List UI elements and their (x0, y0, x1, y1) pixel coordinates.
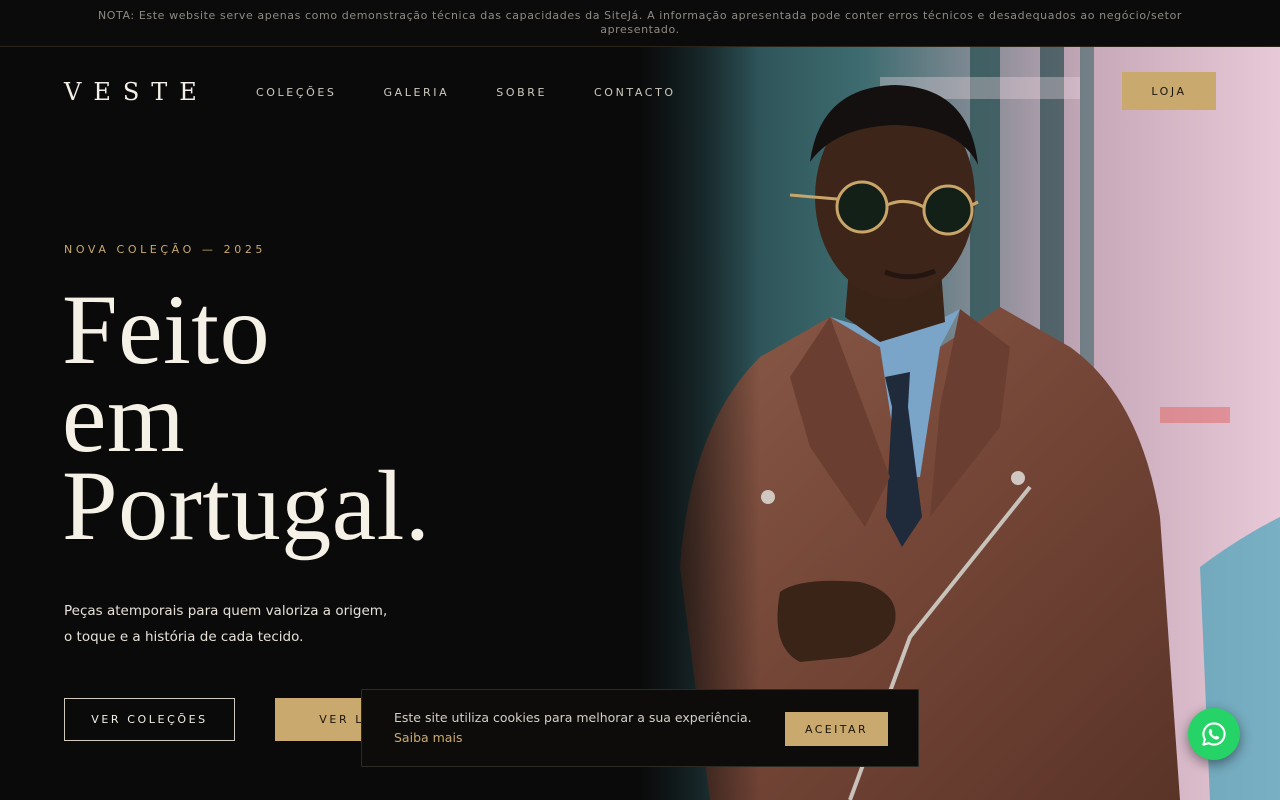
cookie-text: Este site utiliza cookies para melhorar … (394, 710, 752, 725)
demo-notice-bar: NOTA: Este website serve apenas como dem… (0, 0, 1280, 47)
shop-button[interactable]: LOJA (1122, 72, 1216, 110)
nav-link-colecoes[interactable]: COLEÇÕES (256, 86, 337, 99)
view-collections-button[interactable]: VER COLEÇÕES (64, 698, 235, 741)
cookie-accept-button[interactable]: ACEITAR (785, 712, 888, 746)
nav-link-contacto[interactable]: CONTACTO (594, 86, 676, 99)
hero-headline-line-2: em (62, 362, 186, 473)
brand-logo[interactable]: VESTE (64, 78, 209, 106)
hero-eyebrow: NOVA COLEÇÃO — 2025 (64, 243, 267, 256)
cookie-banner: Este site utiliza cookies para melhorar … (361, 689, 919, 767)
hero-lede-line-2: o toque e a história de cada tecido. (64, 629, 304, 645)
hero-headline-line-3: Portugal. (62, 450, 431, 561)
cookie-learn-more-link[interactable]: Saiba mais (394, 730, 462, 745)
hero-photo-fade (640, 47, 760, 800)
cookie-message: Este site utiliza cookies para melhorar … (394, 708, 764, 748)
hero-lede-line-1: Peças atemporais para quem valoriza a or… (64, 603, 388, 619)
whatsapp-button[interactable] (1188, 708, 1240, 760)
hero-lede: Peças atemporais para quem valoriza a or… (64, 598, 404, 650)
hero-headline-line-1: Feito (62, 274, 271, 385)
nav-link-galeria[interactable]: GALERIA (384, 86, 450, 99)
nav-link-sobre[interactable]: SOBRE (496, 86, 547, 99)
main-nav: COLEÇÕES GALERIA SOBRE CONTACTO (256, 86, 723, 99)
hero-headline: Feito em Portugal. (62, 274, 622, 561)
demo-notice-text: NOTA: Este website serve apenas como dem… (97, 9, 1183, 36)
whatsapp-icon (1202, 722, 1226, 746)
